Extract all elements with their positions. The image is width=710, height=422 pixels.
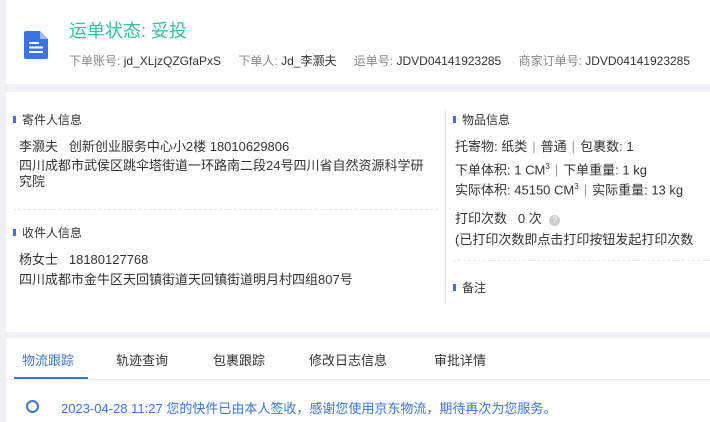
section-divider bbox=[453, 260, 710, 261]
order-volume-label: 下单体积: bbox=[455, 162, 511, 178]
actual-volume-label: 实际体积: bbox=[455, 182, 511, 198]
orderer-value: Jd_李灏夫 bbox=[281, 54, 337, 68]
tab-change-log[interactable]: 修改日志信息 bbox=[309, 350, 387, 369]
tabs-panel: 物流跟踪 轨迹查询 包裹跟踪 修改日志信息 审批详情 2023-04-28 11… bbox=[6, 338, 710, 422]
tab-bar: 物流跟踪 轨迹查询 包裹跟踪 修改日志信息 审批详情 bbox=[6, 338, 710, 380]
tracking-time: 2023-04-28 11:27 bbox=[61, 401, 163, 416]
receiver-phone: 18180127768 bbox=[68, 252, 149, 267]
actual-weight: 13 kg bbox=[651, 182, 684, 198]
order-account-value: jd_XLjzQZGfaPxS bbox=[123, 54, 222, 68]
section-marker bbox=[13, 229, 16, 236]
consign-type: 纸类 bbox=[501, 139, 528, 154]
tab-package-tracking[interactable]: 包裹跟踪 bbox=[213, 350, 265, 369]
help-icon[interactable]: ? bbox=[549, 215, 561, 226]
receiver-contact: 杨女士 18180127768 bbox=[19, 252, 148, 268]
remarks-section-title: 备注 bbox=[453, 279, 486, 296]
volume-exponent: 3 bbox=[574, 182, 579, 191]
tab-approval-details[interactable]: 审批详情 bbox=[434, 350, 486, 369]
tab-logistics-tracking[interactable]: 物流跟踪 bbox=[22, 350, 74, 369]
sender-phone: 18010629806 bbox=[209, 139, 290, 154]
section-marker bbox=[453, 116, 456, 123]
order-weight: 1 kg bbox=[622, 162, 647, 178]
document-icon bbox=[24, 31, 48, 59]
order-account-label: 下单账号: bbox=[69, 54, 121, 68]
waybill-header: 运单状态: 妥投 下单账号: jd_XLjzQZGfaPxS 下单人: Jd_李… bbox=[6, 0, 710, 84]
waybill-label: 运单号: bbox=[353, 54, 394, 68]
goods-consign-row: 托寄物: 纸类 | 普通 | 包裹数: 1 bbox=[455, 139, 634, 154]
pkg-count-label: 包裹数: bbox=[580, 139, 623, 154]
sender-address: 四川成都市武侯区跳伞塔街道一环路南二段24号四川省自然资源科学研究院 bbox=[19, 158, 424, 189]
sender-name: 李灏夫 bbox=[19, 139, 59, 154]
section-divider bbox=[13, 209, 438, 210]
section-marker bbox=[13, 116, 16, 123]
waybill-status: 运单状态: 妥投 bbox=[69, 17, 187, 43]
active-tab-indicator bbox=[14, 377, 88, 379]
print-count: 0 次 bbox=[517, 211, 542, 226]
consign-label: 托寄物: bbox=[455, 139, 498, 154]
sender-company: 创新创业服务中心小2楼 bbox=[68, 139, 207, 154]
volume-exponent: 3 bbox=[545, 162, 550, 171]
timeline-dot-icon bbox=[26, 400, 39, 413]
print-label: 打印次数 bbox=[455, 211, 508, 226]
tracking-message: 您的快件已由本人签收，感谢您使用京东物流，期待再次为您服务。 bbox=[166, 401, 557, 416]
goods-order-row: 下单体积: 1 CM3 | 下单重量: 1 kg bbox=[455, 162, 647, 178]
section-marker bbox=[453, 284, 456, 291]
orderer-label: 下单人: bbox=[238, 54, 278, 68]
receiver-address: 四川成都市金牛区天回镇街道天回镇街道明月村四组807号 bbox=[19, 272, 353, 287]
column-divider bbox=[445, 110, 446, 304]
status-value: 妥投 bbox=[151, 21, 188, 41]
receiver-name: 杨女士 bbox=[19, 252, 59, 267]
pkg-count: 1 bbox=[626, 139, 634, 154]
order-volume: 1 CM bbox=[514, 162, 546, 178]
print-count-row: 打印次数 0 次 ? bbox=[455, 211, 561, 227]
receiver-section-title: 收件人信息 bbox=[13, 224, 82, 241]
sender-contact: 李灏夫 创新创业服务中心小2楼 18010629806 bbox=[19, 139, 289, 155]
order-weight-label: 下单重量: bbox=[563, 162, 619, 178]
merchant-order-label: 商家订单号: bbox=[518, 54, 582, 68]
waybill-value: JDVD04141923285 bbox=[396, 54, 502, 68]
tracking-entry: 2023-04-28 11:27 您的快件已由本人签收，感谢您使用京东物流，期待… bbox=[61, 398, 556, 417]
print-note: (已打印次数即点击打印按钮发起打印次数 bbox=[455, 232, 694, 247]
waybill-meta: 下单账号: jd_XLjzQZGfaPxS 下单人: Jd_李灏夫 运单号: J… bbox=[69, 52, 704, 69]
goods-section-title: 物品信息 bbox=[453, 111, 510, 128]
sender-section-title: 寄件人信息 bbox=[13, 111, 82, 128]
info-panel: 寄件人信息 李灏夫 创新创业服务中心小2楼 18010629806 四川成都市武… bbox=[6, 92, 710, 332]
goods-actual-row: 实际体积: 45150 CM3 | 实际重量: 13 kg bbox=[455, 182, 684, 198]
actual-volume: 45150 CM bbox=[514, 182, 575, 198]
merchant-order-value: JDVD04141923285 bbox=[585, 54, 691, 68]
tab-trajectory-query[interactable]: 轨迹查询 bbox=[116, 350, 168, 369]
service-type: 普通 bbox=[540, 139, 567, 154]
status-label: 运单状态: bbox=[69, 21, 147, 41]
actual-weight-label: 实际重量: bbox=[592, 182, 648, 198]
